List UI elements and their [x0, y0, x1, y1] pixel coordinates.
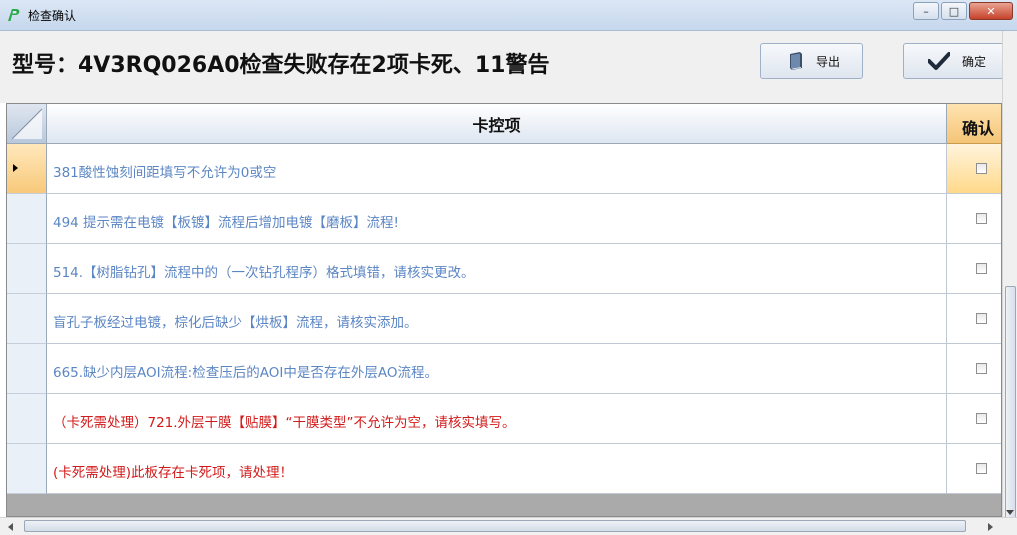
close-icon: ✕ [986, 4, 996, 18]
maximize-button[interactable]: □ [941, 2, 967, 20]
maximize-icon: □ [948, 4, 960, 18]
control-item-cell[interactable]: 381酸性蚀刻间距填写不允许为0或空 [47, 144, 947, 194]
confirm-checkbox[interactable] [976, 313, 987, 324]
title-bar: 检查确认 – □ ✕ [0, 0, 1017, 31]
minimize-icon: – [923, 4, 929, 18]
corner-triangle-icon [11, 108, 43, 140]
confirm-cell[interactable] [947, 244, 1001, 294]
close-button[interactable]: ✕ [969, 2, 1013, 20]
control-item-cell[interactable]: 盲孔子板经过电镀，棕化后缺少【烘板】流程，请核实添加。 [47, 294, 947, 344]
row-header[interactable] [7, 344, 47, 394]
confirm-checkbox[interactable] [976, 213, 987, 224]
app-logo-icon [8, 9, 20, 21]
current-row-marker-icon [13, 164, 18, 172]
row-header[interactable] [7, 194, 47, 244]
confirm-button[interactable]: 确定 [903, 43, 1007, 79]
control-item-cell[interactable]: 665.缺少内层AOI流程:检查压后的AOI中是否存在外层AO流程。 [47, 344, 947, 394]
grid-select-all-corner[interactable] [7, 104, 47, 144]
checkmark-icon [928, 52, 950, 70]
control-item-cell[interactable]: 494 提示需在电镀【板镀】流程后增加电镀【磨板】流程! [47, 194, 947, 244]
horizontal-scroll-thumb[interactable] [24, 520, 966, 532]
confirm-cell[interactable] [947, 144, 1001, 194]
confirm-checkbox[interactable] [976, 163, 987, 174]
confirm-checkbox[interactable] [976, 363, 987, 374]
confirm-cell[interactable] [947, 344, 1001, 394]
book-icon [790, 52, 802, 70]
table-row[interactable]: 665.缺少内层AOI流程:检查压后的AOI中是否存在外层AO流程。 [7, 344, 1001, 394]
check-items-grid: 卡控项 确认 381酸性蚀刻间距填写不允许为0或空 494 提示需在电镀【板镀】流… [6, 103, 1002, 517]
row-header[interactable] [7, 444, 47, 494]
scroll-left-arrow-icon[interactable] [8, 523, 13, 531]
column-header-confirm[interactable]: 确认 [947, 104, 1001, 144]
header-panel: 型号：4V3RQ026A0检查失败存在2项卡死、11警告 导出 确定 [0, 31, 1017, 103]
scroll-right-arrow-icon[interactable] [988, 523, 993, 531]
export-label: 导出 [816, 54, 841, 69]
table-row[interactable]: 盲孔子板经过电镀，棕化后缺少【烘板】流程，请核实添加。 [7, 294, 1001, 344]
confirm-cell[interactable] [947, 294, 1001, 344]
row-header[interactable] [7, 394, 47, 444]
table-row[interactable]: 494 提示需在电镀【板镀】流程后增加电镀【磨板】流程! [7, 194, 1001, 244]
confirm-cell[interactable] [947, 194, 1001, 244]
table-row[interactable]: 514.【树脂钻孔】流程中的（一次钻孔程序）格式填错，请核实更改。 [7, 244, 1001, 294]
column-header-control-item[interactable]: 卡控项 [47, 104, 947, 144]
grid-empty-area [7, 494, 1001, 516]
confirm-cell[interactable] [947, 394, 1001, 444]
row-header[interactable] [7, 144, 47, 194]
confirm-checkbox[interactable] [976, 263, 987, 274]
row-header[interactable] [7, 294, 47, 344]
confirm-cell[interactable] [947, 444, 1001, 494]
control-item-cell[interactable]: (卡死需处理)此板存在卡死项，请处理！ [47, 444, 947, 494]
confirm-label: 确定 [962, 54, 987, 69]
confirm-checkbox[interactable] [976, 413, 987, 424]
horizontal-scrollbar[interactable] [0, 517, 1017, 535]
scroll-down-arrow-icon[interactable] [1006, 510, 1014, 515]
table-row[interactable]: (卡死需处理)此板存在卡死项，请处理！ [7, 444, 1001, 494]
vertical-scrollbar[interactable] [1002, 31, 1017, 526]
control-item-cell[interactable]: （卡死需处理）721.外层干膜【贴膜】“干膜类型”不允许为空，请核实填写。 [47, 394, 947, 444]
table-row[interactable]: 381酸性蚀刻间距填写不允许为0或空 [7, 144, 1001, 194]
page-title: 型号：4V3RQ026A0检查失败存在2项卡死、11警告 [12, 53, 550, 78]
control-item-cell[interactable]: 514.【树脂钻孔】流程中的（一次钻孔程序）格式填错，请核实更改。 [47, 244, 947, 294]
export-button[interactable]: 导出 [760, 43, 863, 79]
confirm-checkbox[interactable] [976, 463, 987, 474]
minimize-button[interactable]: – [913, 2, 939, 20]
vertical-scroll-thumb[interactable] [1005, 286, 1016, 526]
table-row[interactable]: （卡死需处理）721.外层干膜【贴膜】“干膜类型”不允许为空，请核实填写。 [7, 394, 1001, 444]
row-header[interactable] [7, 244, 47, 294]
window-title: 检查确认 [28, 9, 77, 23]
